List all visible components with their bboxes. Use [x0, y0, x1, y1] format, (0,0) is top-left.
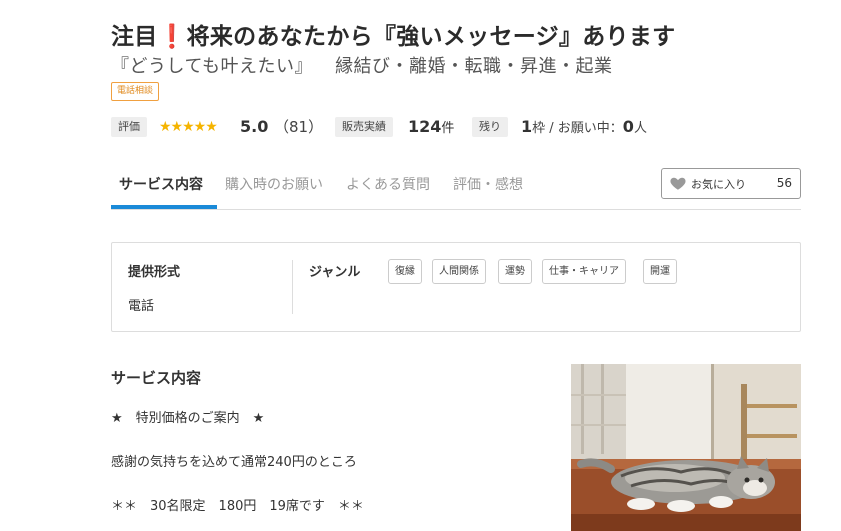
- genre-tag[interactable]: 開運: [643, 259, 677, 284]
- title-prefix: 注目: [111, 24, 158, 50]
- remaining-value: 1: [521, 117, 533, 136]
- page-title: 注目❗将来のあなたから『強いメッセージ』あります: [111, 17, 675, 51]
- exclamation-icon: ❗: [157, 24, 187, 50]
- genre-tag[interactable]: 復縁: [388, 259, 422, 284]
- section-title: サービス内容: [111, 369, 202, 387]
- info-divider: [292, 260, 293, 314]
- service-photo: [571, 364, 801, 531]
- tab-service-content[interactable]: サービス内容: [119, 174, 203, 194]
- favorite-count: 56: [776, 176, 792, 190]
- service-info-box: [111, 242, 801, 332]
- rating-stars-icon: ★★★★★: [159, 119, 218, 135]
- requests-unit: 人: [633, 121, 647, 136]
- remaining-unit: 枠 / お願い中：: [532, 121, 623, 136]
- sales-count: 124件: [408, 116, 454, 140]
- sales-value: 124: [408, 117, 442, 136]
- favorite-label: お気に入り: [691, 178, 746, 191]
- heart-icon: [670, 177, 686, 190]
- subtitle-quote: 『どうしても叶えたい』: [111, 56, 314, 77]
- remaining-slots: 1枠 / お願い中：0人: [521, 116, 647, 140]
- phone-consult-badge: 電話相談: [111, 82, 160, 101]
- rating-value: 5.0: [240, 117, 269, 136]
- tab-faq[interactable]: よくある質問: [346, 174, 430, 194]
- format-label: 提供形式: [128, 265, 181, 280]
- rating-count[interactable]: （81）: [274, 117, 323, 137]
- description-line: 感謝の気持ちを込めて通常240円のところ: [111, 455, 357, 470]
- description-line: ★ 特別価格のご案内 ★: [111, 411, 265, 426]
- page-subtitle: 『どうしても叶えたい』 縁結び・離婚・転職・昇進・起業: [111, 52, 613, 78]
- rating-label: 評価: [111, 117, 147, 137]
- format-value: 電話: [128, 299, 155, 314]
- sales-unit: 件: [441, 121, 455, 136]
- cat-photo: [571, 364, 801, 531]
- genre-tag[interactable]: 人間関係: [432, 259, 486, 284]
- title-main: 将来のあなたから『強いメッセージ』あります: [186, 24, 676, 50]
- tab-purchase-requests[interactable]: 購入時のお願い: [225, 174, 323, 194]
- genre-tag[interactable]: 仕事・キャリア: [542, 259, 626, 284]
- genre-tag[interactable]: 運勢: [498, 259, 532, 284]
- tab-divider: [111, 209, 801, 210]
- sales-label: 販売実績: [335, 117, 393, 137]
- favorite-button[interactable]: お気に入り 56: [661, 168, 801, 199]
- remaining-label: 残り: [472, 117, 508, 137]
- genre-label: ジャンル: [309, 265, 361, 280]
- tab-reviews[interactable]: 評価・感想: [453, 174, 523, 194]
- subtitle-topics: 縁結び・離婚・転職・昇進・起業: [335, 56, 613, 77]
- requests-value: 0: [622, 117, 634, 136]
- description-line: ＊＊ 30名限定 180円 19席です ＊＊: [111, 499, 364, 514]
